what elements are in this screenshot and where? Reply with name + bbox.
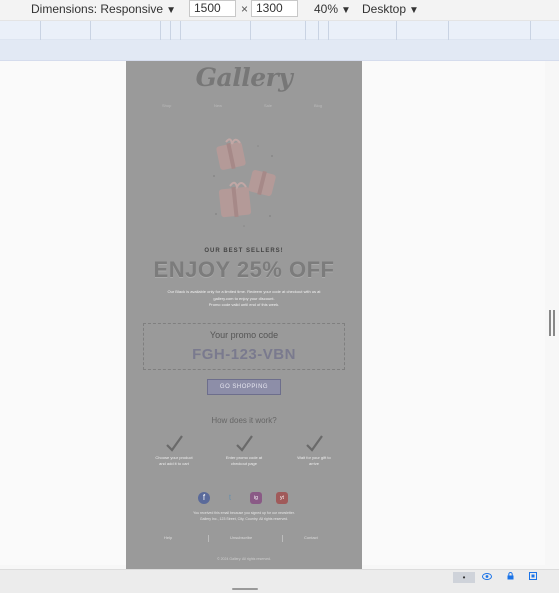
nav-link[interactable]: Sale <box>264 103 272 108</box>
media-query-bar[interactable] <box>0 21 559 40</box>
nav-link[interactable]: Shop <box>162 103 171 108</box>
ruler-tick <box>318 21 319 40</box>
step-line: arrive <box>308 461 319 466</box>
nav-link[interactable]: Blog <box>314 103 322 108</box>
social-links: f t ig yt <box>126 492 362 506</box>
height-input[interactable]: 1300 <box>251 0 298 17</box>
footer-link-contact[interactable]: Contact <box>304 535 318 540</box>
chevron-down-icon: ▼ <box>409 5 419 16</box>
step-item: Wait for your gift to arrive <box>279 433 349 467</box>
chevron-down-icon: ▼ <box>166 5 176 16</box>
gift-boxes-image <box>213 138 276 227</box>
zoom-label: 40% <box>314 2 339 16</box>
frame-icon[interactable] <box>522 572 544 583</box>
footer-divider <box>282 535 283 542</box>
copyright-text: © 2024 Gallery. All rights reserved. <box>217 557 271 561</box>
facebook-icon[interactable]: f <box>198 492 210 504</box>
nav-link[interactable]: New <box>214 103 222 108</box>
eye-icon[interactable] <box>476 572 498 583</box>
check-icon <box>166 435 183 452</box>
body-line: Our Black is available only for a limite… <box>167 289 321 294</box>
footer-link-unsubscribe[interactable]: Unsubscribe <box>230 535 252 540</box>
footer-links: Help Unsubscribe Contact <box>126 533 362 543</box>
ruler-tick <box>530 21 531 40</box>
ruler-tick <box>250 21 251 40</box>
ruler-tick <box>328 21 329 40</box>
resize-handle[interactable] <box>549 310 555 336</box>
eyebrow-text: OUR BEST SELLERS! <box>204 248 284 254</box>
go-shopping-button[interactable]: GO SHOPPING <box>207 379 281 395</box>
device-mode-dropdown[interactable]: Desktop ▼ <box>362 0 419 20</box>
ruler-tick <box>305 21 306 40</box>
chevron-down-icon: ▼ <box>341 5 351 16</box>
email-nav: Shop New Sale Blog <box>126 103 362 113</box>
step-item: Enter promo code at checkout page <box>209 433 279 467</box>
twitter-icon[interactable]: t <box>224 492 236 504</box>
times-separator: × <box>241 2 249 16</box>
footer-line: Gallery Inc., 123 Street, City, Country.… <box>199 517 289 521</box>
drawer-resize-handle[interactable] <box>232 588 258 590</box>
promo-box: Your promo code FGH-123-VBN <box>143 323 345 370</box>
step-item: Choose your product and add it to cart <box>139 433 209 467</box>
dimensions-dropdown[interactable]: Dimensions: Responsive ▼ <box>31 0 176 20</box>
dot-icon[interactable]: • <box>453 572 475 583</box>
email-preview: Gallery Shop New Sale Blog OUR BEST SELL… <box>126 61 362 569</box>
ruler-bar <box>0 40 559 61</box>
device-mode-label: Desktop <box>362 2 407 16</box>
youtube-icon[interactable]: yt <box>276 492 288 504</box>
footer-divider <box>208 535 209 542</box>
width-input[interactable]: 1500 <box>189 0 236 17</box>
footer-link-help[interactable]: Help <box>164 535 172 540</box>
promo-label: Your promo code <box>209 330 279 340</box>
how-it-works-title: How does it work? <box>211 416 277 425</box>
zoom-dropdown[interactable]: 40% ▼ <box>314 0 351 20</box>
device-toolbar: Dimensions: Responsive ▼ 1500 × 1300 40% ▼… <box>0 0 559 21</box>
body-line: Promo code valid until end of this week. <box>208 302 280 307</box>
check-icon <box>306 435 323 452</box>
instagram-icon[interactable]: ig <box>250 492 262 504</box>
ruler-tick <box>448 21 449 40</box>
ruler-tick <box>170 21 171 40</box>
brand-logo: Gallery <box>195 63 293 92</box>
ruler-tick <box>396 21 397 40</box>
ruler-tick <box>160 21 161 40</box>
ruler-tick <box>40 21 41 40</box>
dimensions-label: Dimensions: Responsive <box>31 2 164 16</box>
promo-code: FGH-123-VBN <box>192 346 296 363</box>
step-line: and add it to cart <box>159 461 189 466</box>
headline: ENJOY 25% OFF <box>153 257 335 282</box>
body-text: Our Black is available only for a limite… <box>140 289 348 309</box>
ruler-tick <box>90 21 91 40</box>
step-line: checkout page <box>230 461 258 466</box>
check-icon <box>236 435 253 452</box>
footer-text: You received this email because you sign… <box>146 510 342 522</box>
status-bar: • <box>0 569 559 593</box>
lock-icon[interactable] <box>499 572 521 583</box>
ruler-tick <box>180 21 181 40</box>
